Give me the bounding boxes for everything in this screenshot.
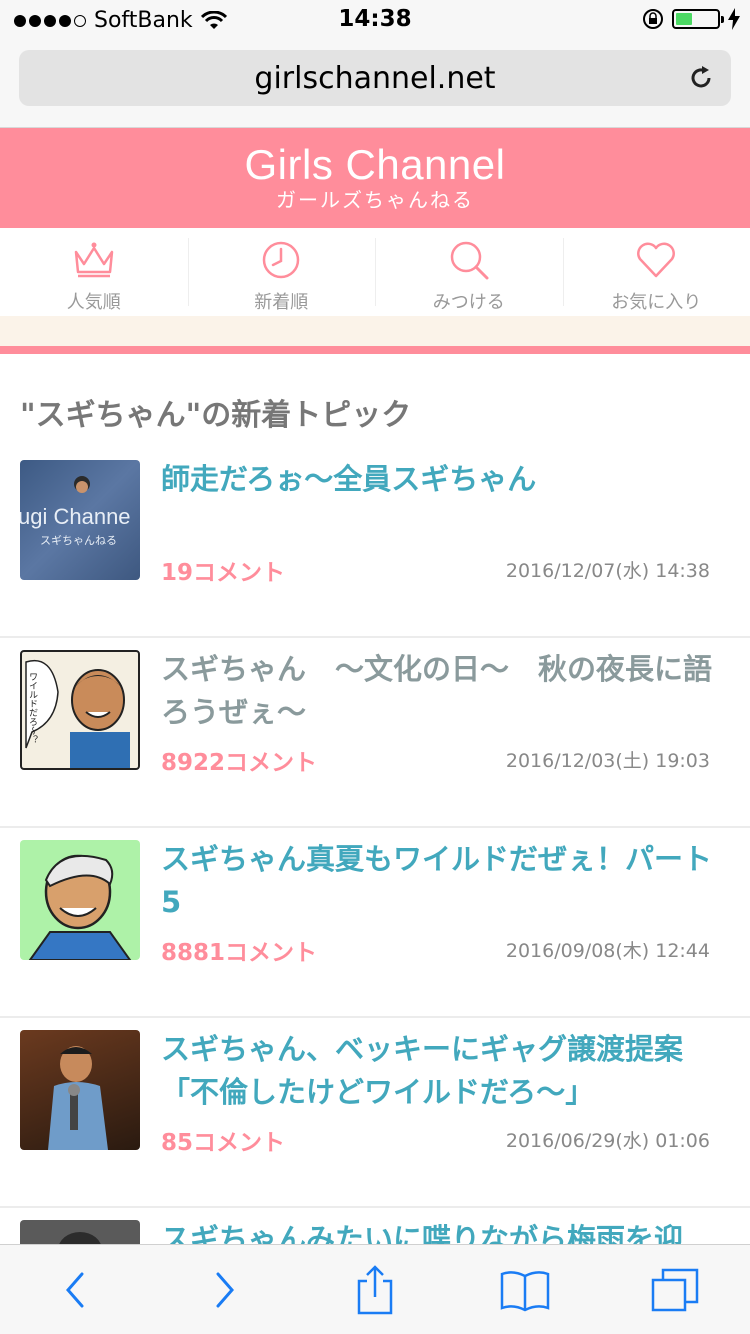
topic-list: ugi Channe スギちゃんねる 師走だろぉ〜全員スギちゃん 19コメント … bbox=[0, 448, 750, 1334]
topic-item[interactable]: スギちゃん、ベッキーにギャグ譲渡提案「不倫したけどワイルドだろ〜」 85コメント… bbox=[0, 1018, 750, 1208]
divider-line bbox=[0, 346, 750, 354]
chevron-left-icon bbox=[66, 1272, 84, 1307]
thumb-text: ugi Channe bbox=[20, 504, 131, 529]
topic-thumbnail: ワイルドだろ〜？ bbox=[20, 650, 140, 770]
status-bar: SoftBank 14:38 bbox=[0, 0, 750, 40]
clock-icon bbox=[263, 241, 300, 279]
browser-url-area: girlschannel.net bbox=[0, 40, 750, 128]
reload-icon[interactable] bbox=[687, 64, 715, 92]
topic-date: 2016/09/08(木) 12:44 bbox=[505, 940, 710, 962]
thumb-subtext: スギちゃんねる bbox=[40, 534, 117, 547]
comment-count: 85コメント bbox=[161, 1130, 286, 1156]
crown-icon bbox=[74, 242, 113, 278]
forward-button[interactable] bbox=[185, 1260, 265, 1320]
nav-label: みつける bbox=[432, 292, 505, 313]
site-logo-sub: ガールズちゃんねる bbox=[276, 188, 474, 212]
rotation-lock-icon bbox=[643, 9, 663, 29]
comment-count: 8881コメント bbox=[161, 940, 318, 966]
topic-item[interactable]: ugi Channe スギちゃんねる 師走だろぉ〜全員スギちゃん 19コメント … bbox=[0, 448, 750, 638]
charging-icon bbox=[728, 8, 740, 30]
nav-label: 新着順 bbox=[254, 292, 309, 313]
clock: 14:38 bbox=[338, 6, 412, 32]
section-title: "スギちゃん"の新着トピック bbox=[20, 398, 412, 433]
tabs-button[interactable] bbox=[635, 1260, 715, 1320]
topic-title[interactable]: 師走だろぉ〜全員スギちゃん bbox=[161, 458, 721, 501]
topic-date: 2016/06/29(水) 01:06 bbox=[505, 1130, 710, 1152]
search-icon bbox=[450, 241, 489, 280]
comment-count: 19コメント bbox=[161, 560, 286, 586]
topic-thumbnail bbox=[20, 840, 140, 960]
topic-item[interactable]: スギちゃん真夏もワイルドだぜぇ！パート5 8881コメント 2016/09/08… bbox=[0, 828, 750, 1018]
topic-date: 2016/12/03(土) 19:03 bbox=[505, 750, 710, 772]
site-logo: Girls Channel bbox=[244, 141, 506, 188]
book-icon bbox=[500, 1270, 550, 1311]
thumb-text: ワイルドだろ〜？ bbox=[27, 672, 38, 744]
nav-label: 人気順 bbox=[66, 292, 121, 313]
topic-item[interactable]: ワイルドだろ〜？ スギちゃん 〜文化の日〜 秋の夜長に語ろうぜぇ〜 8922コメ… bbox=[0, 638, 750, 828]
bookmarks-button[interactable] bbox=[485, 1260, 565, 1320]
nav-find[interactable]: みつける bbox=[375, 228, 563, 316]
tabs-icon bbox=[651, 1268, 699, 1311]
topic-thumbnail bbox=[20, 1030, 140, 1150]
nav-popular[interactable]: 人気順 bbox=[0, 228, 188, 316]
topic-thumbnail: ugi Channe スギちゃんねる bbox=[20, 460, 140, 580]
share-button[interactable] bbox=[335, 1260, 415, 1320]
site-header[interactable]: Girls Channel ガールズちゃんねる bbox=[0, 128, 750, 228]
main-nav: 人気順 新着順 みつける お気に入り bbox=[0, 228, 750, 316]
topic-title[interactable]: スギちゃん真夏もワイルドだぜぇ！パート5 bbox=[161, 838, 721, 924]
back-button[interactable] bbox=[35, 1260, 115, 1320]
nav-label: お気に入り bbox=[611, 292, 702, 313]
chevron-right-icon bbox=[216, 1272, 234, 1307]
nav-new[interactable]: 新着順 bbox=[187, 228, 376, 316]
url-bar[interactable]: girlschannel.net bbox=[19, 50, 731, 106]
url-text: girlschannel.net bbox=[254, 60, 496, 96]
topic-title[interactable]: スギちゃん、ベッキーにギャグ譲渡提案「不倫したけどワイルドだろ〜」 bbox=[161, 1028, 721, 1114]
topic-title[interactable]: スギちゃん 〜文化の日〜 秋の夜長に語ろうぜぇ〜 bbox=[161, 648, 721, 734]
heart-icon bbox=[637, 242, 676, 278]
topic-date: 2016/12/07(水) 14:38 bbox=[505, 560, 710, 582]
share-icon bbox=[357, 1264, 393, 1314]
battery-icon bbox=[672, 9, 724, 29]
nav-favorites[interactable]: お気に入り bbox=[562, 228, 750, 316]
browser-toolbar bbox=[0, 1244, 750, 1334]
divider-band bbox=[0, 316, 750, 346]
comment-count: 8922コメント bbox=[161, 750, 318, 776]
